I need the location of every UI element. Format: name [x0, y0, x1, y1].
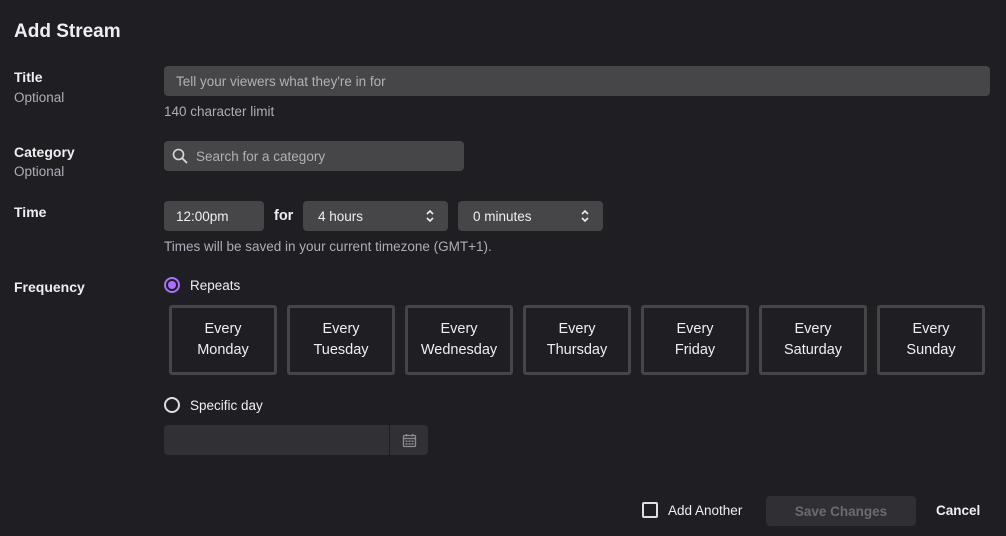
day-thursday-button[interactable]: Every Thursday [523, 305, 631, 375]
title-input[interactable]: Tell your viewers what they're in for [164, 66, 990, 96]
day-monday-button[interactable]: Every Monday [169, 305, 277, 375]
day-line2: Friday [674, 342, 716, 358]
chevron-updown-icon [426, 209, 434, 223]
title-label: Title [14, 69, 43, 85]
day-line2: Saturday [783, 342, 843, 358]
day-line1: Every [794, 321, 832, 337]
day-line1: Every [440, 321, 478, 337]
calendar-button[interactable] [389, 425, 428, 455]
dialog-title: Add Stream [14, 21, 121, 42]
category-optional-label: Optional [14, 164, 65, 179]
for-label: for [274, 208, 294, 224]
cancel-button[interactable]: Cancel [936, 503, 980, 518]
day-friday-button[interactable]: Every Friday [641, 305, 749, 375]
category-search-input[interactable]: Search for a category [164, 141, 464, 171]
specific-day-radio[interactable] [164, 397, 180, 413]
day-line1: Every [912, 321, 950, 337]
day-line1: Every [676, 321, 714, 337]
date-picker [164, 425, 428, 455]
frequency-label: Frequency [14, 279, 85, 295]
add-another-checkbox[interactable] [642, 502, 658, 518]
title-character-limit: 140 character limit [164, 104, 275, 119]
save-changes-label: Save Changes [794, 503, 888, 519]
day-line1: Every [558, 321, 596, 337]
add-stream-dialog: Add Stream Title Optional Tell your view… [0, 0, 1006, 536]
day-sunday-button[interactable]: Every Sunday [877, 305, 985, 375]
duration-minutes-select[interactable]: 0 minutes [458, 201, 603, 231]
duration-minutes-value: 0 minutes [473, 208, 532, 224]
time-label: Time [14, 204, 47, 220]
day-line2: Thursday [546, 342, 608, 358]
date-input[interactable] [164, 425, 389, 455]
search-icon [172, 148, 188, 164]
category-search-placeholder: Search for a category [196, 148, 326, 164]
duration-hours-select[interactable]: 4 hours [303, 201, 448, 231]
repeats-radio[interactable] [164, 277, 180, 293]
day-wednesday-button[interactable]: Every Wednesday [405, 305, 513, 375]
start-time-input[interactable]: 12:00pm [164, 201, 264, 231]
title-optional-label: Optional [14, 90, 65, 105]
timezone-helper: Times will be saved in your current time… [164, 239, 492, 254]
day-tuesday-button[interactable]: Every Tuesday [287, 305, 395, 375]
day-saturday-button[interactable]: Every Saturday [759, 305, 867, 375]
title-input-placeholder: Tell your viewers what they're in for [176, 73, 386, 89]
repeats-label[interactable]: Repeats [190, 278, 240, 293]
day-line1: Every [204, 321, 242, 337]
category-label: Category [14, 144, 75, 160]
specific-day-label[interactable]: Specific day [190, 398, 263, 413]
save-changes-button[interactable]: Save Changes [766, 496, 916, 526]
day-line2: Tuesday [313, 342, 369, 358]
calendar-icon [402, 433, 416, 447]
add-another-label[interactable]: Add Another [668, 503, 742, 518]
duration-hours-value: 4 hours [318, 208, 364, 224]
chevron-updown-icon [581, 209, 589, 223]
day-line2: Sunday [906, 342, 956, 358]
day-line2: Monday [197, 342, 249, 358]
day-line1: Every [322, 321, 360, 337]
start-time-value: 12:00pm [176, 208, 229, 224]
day-line2: Wednesday [420, 342, 498, 358]
